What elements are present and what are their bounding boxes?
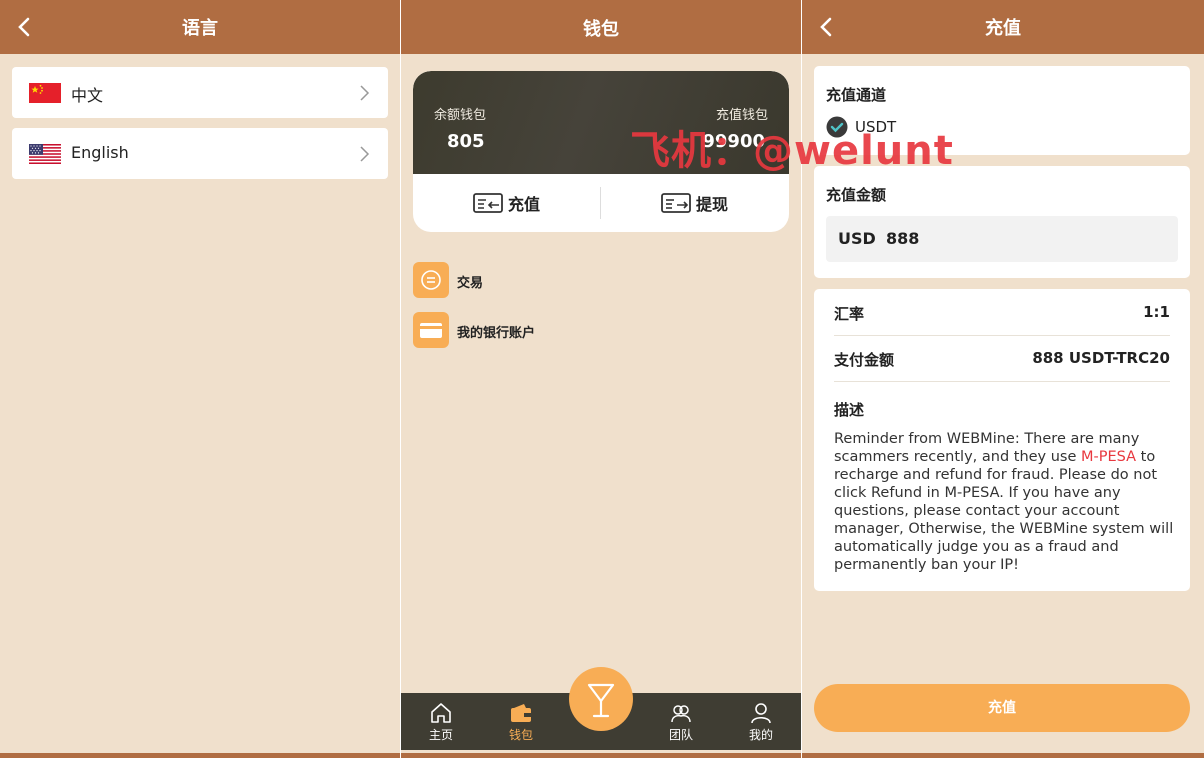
cocktail-glass-icon [587, 683, 615, 718]
bank-card-icon [413, 312, 449, 348]
description-text: Reminder from WEBMine: There are many sc… [834, 430, 1174, 574]
center-action-button[interactable] [569, 667, 633, 731]
rate-label: 汇率 [834, 305, 865, 323]
nav-mine[interactable]: 我的 [731, 697, 791, 749]
pay-amount-value: 888 USDT-TRC20 [1032, 349, 1170, 367]
pay-amount-label: 支付金额 [834, 351, 895, 369]
user-icon [751, 703, 771, 724]
nav-label: 团队 [668, 728, 693, 742]
team-icon [671, 705, 691, 723]
amount-input[interactable]: USD 888 [826, 216, 1178, 262]
page-title: 充值 [985, 18, 1021, 39]
nav-label: 钱包 [508, 728, 533, 742]
description-text-part: to recharge and refund for fraud. Please… [834, 449, 1174, 573]
chevron-right-icon [360, 146, 370, 162]
language-label: 中文 [71, 86, 104, 105]
channel-label: 充值通道 [826, 86, 887, 104]
china-flag-icon [29, 83, 61, 103]
recharge-header: 充值 [802, 0, 1204, 54]
recharge-button[interactable]: 充值 [473, 188, 540, 218]
nav-home[interactable]: 主页 [411, 697, 471, 749]
menu-item-label: 我的银行账户 [457, 326, 536, 341]
nav-label: 我的 [748, 728, 773, 742]
action-divider [600, 187, 601, 219]
watermark-text: 飞机：@welunt [630, 128, 954, 174]
bottom-edge-bar [0, 753, 400, 758]
nav-label: 主页 [428, 728, 453, 742]
recharge-icon [473, 193, 503, 213]
wallet-icon [511, 704, 531, 722]
balance-wallet-label: 余额钱包 [434, 108, 487, 123]
withdraw-label: 提现 [696, 195, 729, 214]
nav-wallet[interactable]: 钱包 [491, 697, 551, 749]
bottom-edge-bar [802, 753, 1204, 758]
nav-team[interactable]: 团队 [651, 697, 711, 749]
language-label: English [71, 143, 129, 162]
submit-recharge-button[interactable]: 充值 [814, 684, 1190, 732]
amount-value: 888 [886, 229, 920, 248]
transaction-icon [413, 262, 449, 298]
amount-label: 充值金额 [826, 186, 887, 204]
wallet-screen: 钱包 余额钱包 805 充值钱包 99900 充值 提现 交易 我的银行账户 主… [401, 0, 801, 758]
chevron-right-icon [360, 85, 370, 101]
menu-item-label: 交易 [457, 276, 484, 291]
language-header: 语言 [0, 0, 400, 54]
language-option-chinese[interactable]: 中文 [12, 67, 388, 118]
balance-wallet-value: 805 [447, 131, 485, 152]
language-option-english[interactable]: English [12, 128, 388, 179]
language-screen: 语言 中文 English [0, 0, 400, 758]
rate-value: 1:1 [1143, 303, 1170, 321]
withdraw-button[interactable]: 提现 [661, 188, 728, 218]
description-highlight: M-PESA [1081, 449, 1137, 465]
pay-amount-row: 支付金额 888 USDT-TRC20 [834, 335, 1170, 382]
bottom-edge-bar [401, 753, 801, 758]
recharge-amount-box: 充值金额 USD 888 [814, 166, 1190, 278]
recharge-label: 充值 [508, 195, 541, 214]
currency-label: USD [838, 229, 876, 248]
page-title: 钱包 [583, 19, 619, 40]
exchange-rate-row: 汇率 1:1 [834, 289, 1170, 336]
home-icon [431, 703, 451, 723]
payment-details-box: 汇率 1:1 支付金额 888 USDT-TRC20 描述 Reminder f… [814, 289, 1190, 591]
description-label: 描述 [834, 401, 865, 419]
page-title: 语言 [182, 18, 218, 39]
withdraw-icon [661, 193, 691, 213]
usa-flag-icon [29, 144, 61, 164]
recharge-screen: 充值 充值通道 USDT 充值金额 USD 888 汇率 1:1 支付金额 88… [802, 0, 1204, 758]
wallet-header: 钱包 [401, 0, 801, 54]
